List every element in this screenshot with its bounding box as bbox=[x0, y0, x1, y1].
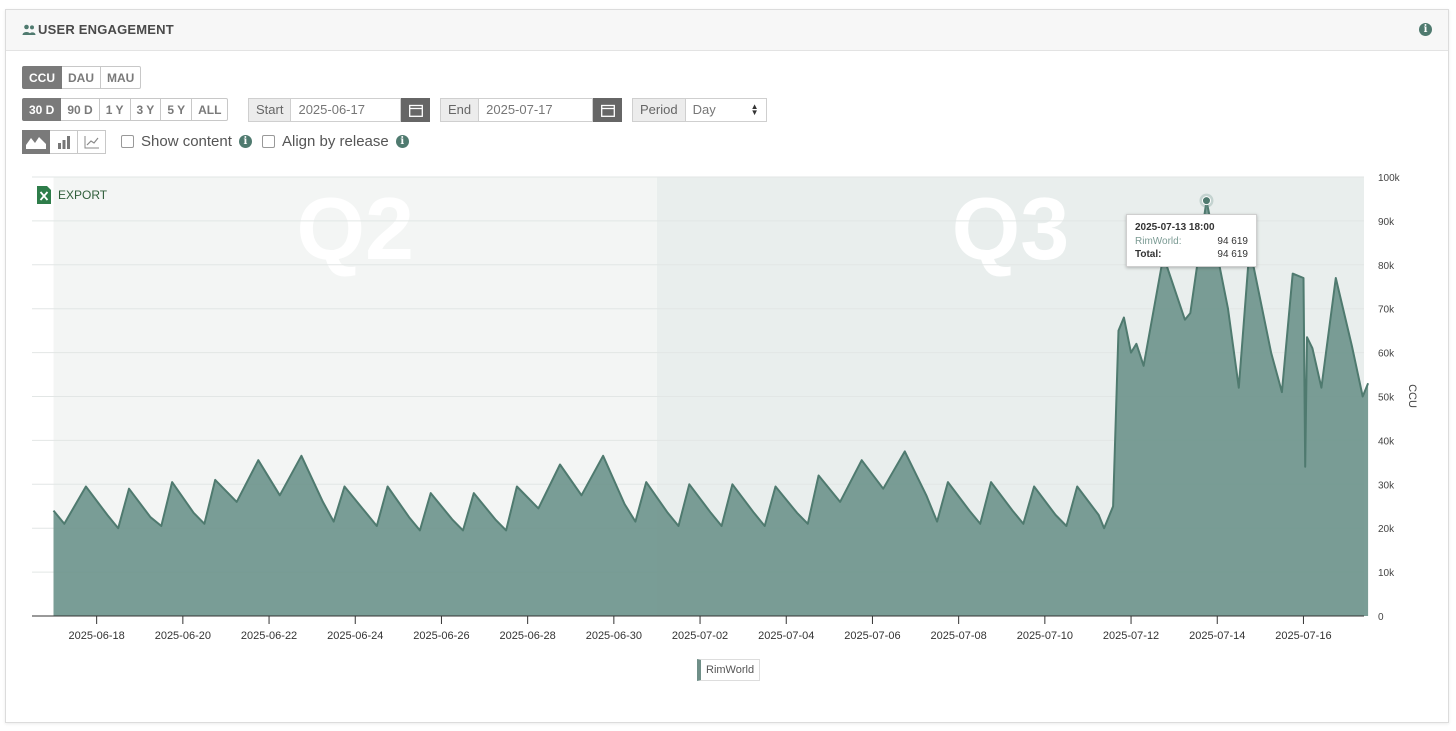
x-tick-label: 2025-07-10 bbox=[1017, 630, 1073, 642]
x-tick-label: 2025-06-18 bbox=[69, 630, 125, 642]
legend-label: RimWorld bbox=[706, 664, 755, 676]
y-tick-label: 20k bbox=[1378, 524, 1395, 535]
ccu-area-chart: Q2 Q3 0 10k 20k 30k 40k 50k 60k 70k 80k 90k 100k CCU 2… bbox=[32, 173, 1418, 642]
x-tick-label: 2025-06-26 bbox=[413, 630, 469, 642]
export-label: EXPORT bbox=[58, 188, 108, 202]
x-tick-label: 2025-07-14 bbox=[1189, 630, 1245, 642]
y-tick-label: 10k bbox=[1378, 568, 1395, 579]
y-tick-label: 0 bbox=[1378, 612, 1384, 623]
tooltip-total-value: 94 619 bbox=[1217, 249, 1248, 260]
quarter-label: Q2 bbox=[297, 179, 414, 278]
tooltip-series-row: RimWorld: 94 619 bbox=[1135, 235, 1248, 248]
tooltip-series-value: 94 619 bbox=[1217, 236, 1248, 247]
y-tick-label: 40k bbox=[1378, 436, 1395, 447]
x-tick-label: 2025-06-22 bbox=[241, 630, 297, 642]
y-tick-label: 80k bbox=[1378, 261, 1395, 272]
x-tick-label: 2025-07-02 bbox=[672, 630, 728, 642]
x-tick-label: 2025-07-16 bbox=[1275, 630, 1331, 642]
tooltip-date: 2025-07-13 18:00 bbox=[1135, 222, 1215, 233]
y-tick-label: 30k bbox=[1378, 480, 1395, 491]
tooltip-total-label: Total: bbox=[1135, 249, 1162, 260]
y-tick-label: 50k bbox=[1378, 393, 1395, 404]
chart-tooltip: 2025-07-13 18:00 RimWorld: 94 619 Total:… bbox=[1126, 214, 1257, 267]
y-tick-label: 60k bbox=[1378, 349, 1395, 360]
export-button[interactable]: EXPORT bbox=[37, 186, 107, 204]
y-axis-label: CCU bbox=[1406, 384, 1418, 408]
legend-item-rimworld[interactable]: RimWorld bbox=[697, 659, 761, 681]
quarter-label: Q3 bbox=[952, 179, 1069, 278]
tooltip-total-row: Total: 94 619 bbox=[1135, 248, 1248, 261]
excel-icon bbox=[37, 186, 51, 204]
x-tick-label: 2025-07-04 bbox=[758, 630, 814, 642]
hover-marker bbox=[1201, 196, 1211, 206]
x-tick-label: 2025-06-20 bbox=[155, 630, 211, 642]
x-tick-label: 2025-07-12 bbox=[1103, 630, 1159, 642]
x-tick-label: 2025-06-30 bbox=[586, 630, 642, 642]
x-tick-label: 2025-06-24 bbox=[327, 630, 383, 642]
x-tick-label: 2025-07-08 bbox=[931, 630, 987, 642]
y-tick-label: 90k bbox=[1378, 217, 1395, 228]
y-tick-label: 100k bbox=[1378, 173, 1401, 184]
tooltip-series-label: RimWorld: bbox=[1135, 236, 1182, 247]
x-tick-label: 2025-07-06 bbox=[844, 630, 900, 642]
x-tick-label: 2025-06-28 bbox=[500, 630, 556, 642]
y-tick-label: 70k bbox=[1378, 305, 1395, 316]
